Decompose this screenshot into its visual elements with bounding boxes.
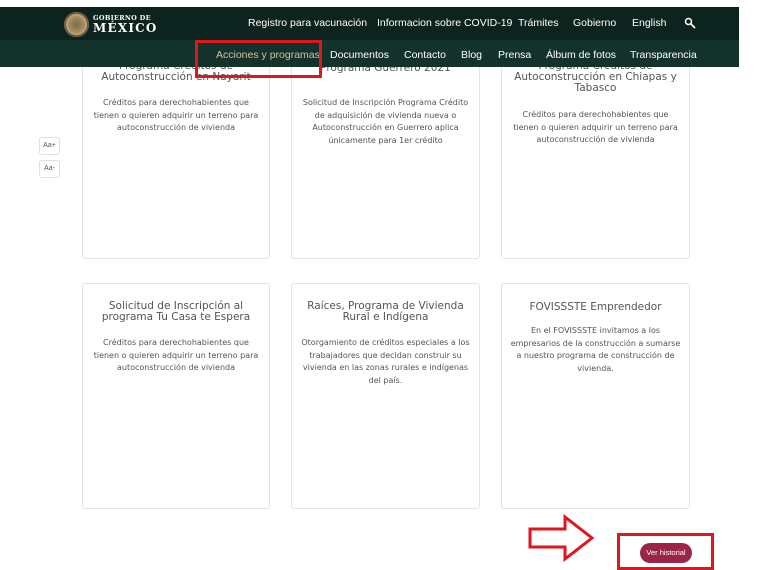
nav-link-prensa[interactable]: Prensa bbox=[498, 49, 531, 61]
program-card[interactable]: Raíces, Programa de Vivienda Rural e Ind… bbox=[291, 283, 480, 509]
nav-link-registro-vacunacion[interactable]: Registro para vacunación bbox=[248, 17, 367, 29]
program-card[interactable]: Programa Créditos de Autoconstrucción en… bbox=[501, 40, 690, 259]
card-description: Créditos para derechohabientes que tiene… bbox=[93, 98, 259, 132]
arrow-right-icon bbox=[528, 514, 595, 562]
card-title[interactable]: Solicitud de Inscripción al programa Tu … bbox=[91, 301, 261, 323]
card-title[interactable]: Raíces, Programa de Vivienda Rural e Ind… bbox=[300, 301, 471, 323]
card-description: Créditos para derechohabientes que tiene… bbox=[513, 110, 678, 144]
nav-link-album-fotos[interactable]: Álbum de fotos bbox=[546, 49, 616, 61]
card-title[interactable]: FOVISSSTE Emprendedor bbox=[510, 302, 681, 313]
nav-link-gobierno[interactable]: Gobierno bbox=[573, 17, 616, 29]
font-decrease-button[interactable]: Aa- bbox=[39, 160, 60, 178]
card-description: En el FOVISSSTE invitamos a los empresar… bbox=[510, 326, 681, 373]
gobierno-logo[interactable]: GOBIERNO DE MÉXICO bbox=[64, 10, 158, 38]
highlight-box-nav bbox=[195, 40, 322, 78]
nav-link-contacto[interactable]: Contacto bbox=[404, 49, 446, 61]
nav-link-blog[interactable]: Blog bbox=[461, 49, 482, 61]
logo-line-2: MÉXICO bbox=[93, 20, 158, 35]
program-card[interactable]: Solicitud de Inscripción al programa Tu … bbox=[82, 283, 270, 509]
search-icon[interactable] bbox=[684, 17, 696, 29]
nav-link-english[interactable]: English bbox=[632, 17, 666, 29]
nav-link-transparencia[interactable]: Transparencia bbox=[630, 49, 697, 61]
nav-link-covid-info[interactable]: Informacion sobre COVID-19 bbox=[377, 17, 512, 29]
card-description: Solicitud de Inscripción Programa Crédit… bbox=[302, 98, 469, 145]
program-card[interactable]: FOVISSSTE Emprendedor En el FOVISSSTE in… bbox=[501, 283, 690, 509]
coat-of-arms-icon bbox=[64, 11, 89, 37]
nav-link-documentos[interactable]: Documentos bbox=[330, 49, 389, 61]
card-description: Créditos para derechohabientes que tiene… bbox=[93, 338, 259, 372]
font-increase-button[interactable]: Aa+ bbox=[39, 137, 60, 155]
highlight-box-button bbox=[617, 533, 714, 570]
card-description: Otorgamiento de créditos especiales a lo… bbox=[301, 338, 470, 385]
nav-link-tramites[interactable]: Trámites bbox=[518, 17, 558, 29]
logo-text: GOBIERNO DE MÉXICO bbox=[93, 14, 158, 35]
